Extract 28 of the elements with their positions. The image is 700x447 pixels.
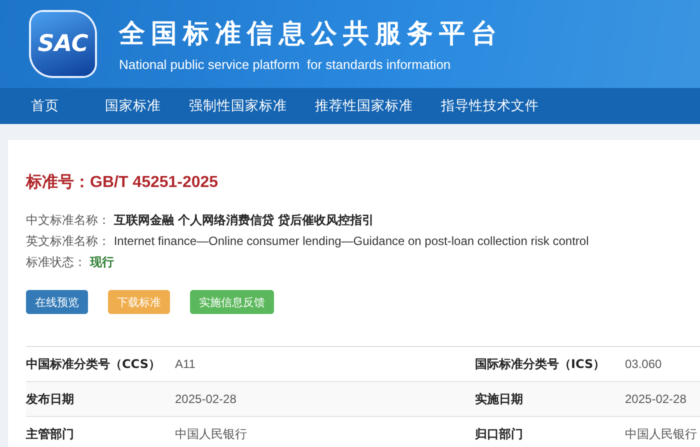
field-label: 标准状态： <box>26 255 86 269</box>
detail-value: 03.060 <box>625 357 663 371</box>
site-subtitle: National public service platform for standards information <box>119 56 452 72</box>
nav-link[interactable]: 推荐性国家标准 <box>315 97 413 115</box>
field-value: 互联网金融 个人网络消费信贷 贷后催收风控指引 <box>114 213 374 227</box>
detail-label: 归口部门 <box>475 426 524 442</box>
field-label: 中文标准名称： <box>26 213 110 227</box>
nav-link[interactable]: 强制性国家标准 <box>189 97 287 115</box>
nav-link[interactable]: 指导性技术文件 <box>441 97 539 115</box>
detail-value: 中国人民银行 <box>175 426 248 442</box>
detail-value: 2025-02-28 <box>175 392 238 406</box>
field-value: Internet finance—Online consumer lending—Guidance on post-loan collection risk control <box>114 234 589 248</box>
detail-label: 发布日期 <box>26 390 75 408</box>
detail-value: 2025-02-28 <box>625 392 688 406</box>
action-button[interactable]: 在线预览 <box>26 290 88 314</box>
field-label: 英文标准名称： <box>26 234 110 248</box>
site-title: 全国标准信息公共服务平台 <box>119 18 503 50</box>
standard-number: 标准号：GB/T 45251-2025 <box>26 172 220 193</box>
sac-logo: SAC <box>31 12 95 76</box>
nav-link[interactable]: 首页 <box>31 97 59 115</box>
detail-label: 国际标准分类号（ICS） <box>475 356 606 372</box>
detail-label: 中国标准分类号（CCS） <box>26 356 162 372</box>
detail-value: A11 <box>175 357 196 371</box>
field-value: 现行 <box>90 255 114 269</box>
detail-label: 实施日期 <box>475 390 524 408</box>
detail-label: 主管部门 <box>26 426 75 442</box>
nav-link[interactable]: 国家标准 <box>105 97 161 115</box>
detail-value: 中国人民银行 <box>625 426 698 442</box>
